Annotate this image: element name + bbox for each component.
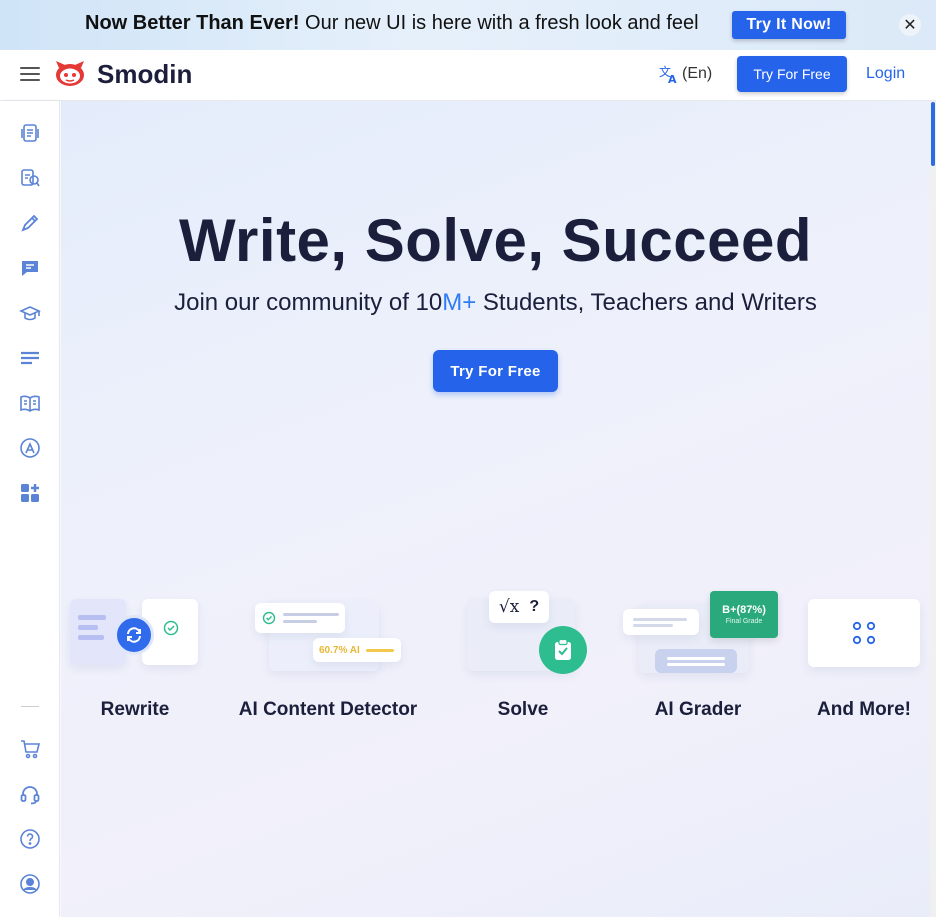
language-selector[interactable]: 文 A (En): [659, 64, 712, 84]
check-circle-icon: [262, 611, 276, 625]
document-rewrite-icon[interactable]: [19, 122, 41, 144]
pencil-icon[interactable]: [19, 212, 41, 234]
banner-headline: Now Better Than Ever!: [85, 12, 300, 34]
help-icon[interactable]: [19, 828, 41, 850]
feature-ai-content-detector[interactable]: 60.7% AI AI Content Detector: [233, 591, 423, 721]
language-label: (En): [682, 65, 713, 82]
grade-badge: B+(87%) Final Grade: [710, 591, 778, 638]
chat-icon[interactable]: [19, 257, 41, 279]
clipboard-check-icon: [539, 626, 587, 674]
account-icon[interactable]: [19, 873, 41, 895]
hero-subtitle: Join our community of 10M+ Students, Tea…: [174, 289, 817, 316]
document-search-icon[interactable]: [19, 167, 41, 189]
graduation-cap-icon[interactable]: [19, 302, 41, 324]
scrollbar-thumb[interactable]: [931, 102, 935, 166]
grade-caption: Final Grade: [725, 618, 763, 625]
main-content: Write, Solve, Succeed Join our community…: [61, 101, 930, 917]
feature-solve[interactable]: √x ? Solve: [461, 591, 587, 721]
ai-score-badge: 60.7% AI: [313, 638, 401, 662]
more-apps-icon[interactable]: [19, 482, 41, 504]
cart-icon[interactable]: [19, 738, 41, 760]
login-link[interactable]: Login: [866, 65, 905, 83]
sidebar: [0, 101, 60, 917]
math-formula-card: √x ?: [489, 591, 549, 623]
feature-and-more[interactable]: And More!: [804, 591, 924, 721]
announcement-banner: Now Better Than Ever! Our new UI is here…: [0, 0, 936, 50]
sidebar-divider: [21, 706, 39, 707]
grade-value: B+(87%): [722, 604, 766, 616]
feature-rewrite[interactable]: Rewrite: [66, 591, 204, 721]
check-circle-icon: [163, 620, 179, 636]
try-it-now-button[interactable]: Try It Now!: [732, 11, 846, 39]
refresh-icon: [114, 615, 154, 655]
banner-message: Our new UI is here with a fresh look and…: [299, 12, 699, 34]
translate-icon: 文 A: [659, 64, 677, 84]
feature-ai-grader[interactable]: B+(87%) Final Grade AI Grader: [621, 591, 778, 721]
top-header: Smodin 文 A (En) Try For Free Login: [0, 50, 936, 101]
feature-label-and-more: And More!: [817, 699, 911, 720]
hero-try-for-free-button[interactable]: Try For Free: [433, 350, 558, 392]
feature-label-ai-content-detector: AI Content Detector: [238, 699, 418, 720]
close-icon: ✕: [903, 17, 917, 34]
ai-writer-icon[interactable]: [19, 437, 41, 459]
headset-icon[interactable]: [19, 783, 41, 805]
hero-subtitle-highlight: M+: [442, 289, 477, 316]
feature-label-ai-grader: AI Grader: [654, 699, 742, 720]
feature-label-solve: Solve: [497, 699, 549, 720]
feature-label-rewrite: Rewrite: [100, 699, 170, 720]
smodin-logo-icon: [56, 61, 84, 86]
question-mark: ?: [529, 598, 540, 615]
open-book-icon[interactable]: [19, 392, 41, 414]
banner-text: Now Better Than Ever! Our new UI is here…: [85, 12, 699, 35]
page-scrollbar[interactable]: [930, 101, 936, 917]
formula-text: √x: [498, 597, 520, 617]
svg-text:A: A: [668, 73, 677, 84]
menu-icon[interactable]: [20, 66, 40, 82]
more-apps-dots-icon: [852, 621, 876, 645]
brand-name[interactable]: Smodin: [97, 59, 192, 90]
hero-title: Write, Solve, Succeed: [179, 207, 812, 274]
close-banner-button[interactable]: ✕: [899, 14, 921, 36]
header-try-for-free-button[interactable]: Try For Free: [737, 56, 847, 92]
text-lines-icon[interactable]: [19, 347, 41, 369]
